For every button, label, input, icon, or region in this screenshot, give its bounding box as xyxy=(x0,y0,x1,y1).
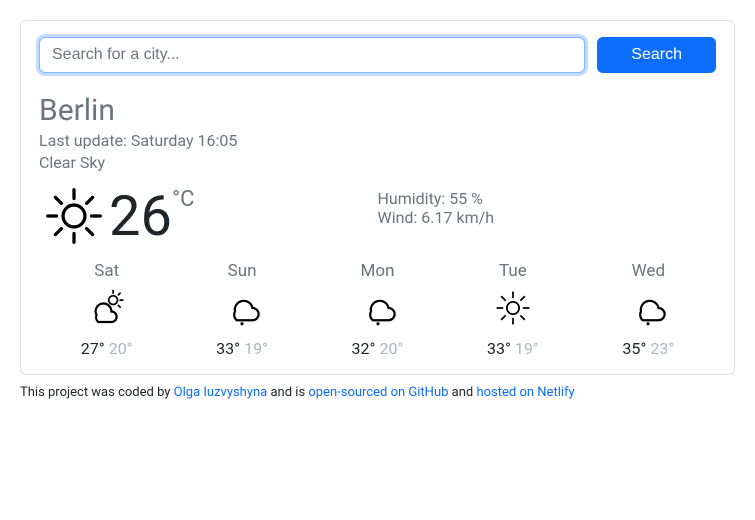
forecast: Sat27°20°Sun33°19°Mon32°20°Tue33°19°Wed3… xyxy=(39,261,716,358)
temperature: 26 xyxy=(109,188,172,244)
forecast-temps: 32°20° xyxy=(310,339,445,358)
forecast-hi: 35° xyxy=(622,339,646,358)
forecast-lo: 19° xyxy=(244,339,268,358)
forecast-hi: 33° xyxy=(487,339,511,358)
forecast-day: Tue 33°19° xyxy=(445,261,580,358)
sun-icon xyxy=(492,287,534,329)
forecast-day-label: Wed xyxy=(581,261,716,281)
github-link[interactable]: open-sourced on GitHub xyxy=(308,385,448,400)
forecast-day-label: Sat xyxy=(39,261,174,281)
partly-cloudy-icon xyxy=(86,287,128,329)
city-name: Berlin xyxy=(39,93,716,128)
forecast-lo: 20° xyxy=(380,339,404,358)
humidity-label: Humidity: xyxy=(378,189,446,208)
footer-prefix: This project was coded by xyxy=(20,385,174,400)
rain-icon xyxy=(357,287,399,329)
weather-description: Clear Sky xyxy=(39,152,716,174)
forecast-lo: 23° xyxy=(650,339,674,358)
wind-value: 6.17 km/h xyxy=(421,208,494,227)
current-left: 26 °C xyxy=(39,181,378,251)
forecast-day: Wed 35°23° xyxy=(581,261,716,358)
forecast-day: Sat 27°20° xyxy=(39,261,174,358)
forecast-day-label: Tue xyxy=(445,261,580,281)
last-update-value: Saturday 16:05 xyxy=(131,131,238,150)
forecast-temps: 27°20° xyxy=(39,339,174,358)
author-link[interactable]: Olga Iuzvyshyna xyxy=(174,385,268,400)
wind: Wind: 6.17 km/h xyxy=(378,208,717,227)
forecast-day-label: Sun xyxy=(174,261,309,281)
forecast-day: Mon 32°20° xyxy=(310,261,445,358)
forecast-temps: 33°19° xyxy=(174,339,309,358)
last-update: Last update: Saturday 16:05 xyxy=(39,130,716,152)
footer: This project was coded by Olga Iuzvyshyn… xyxy=(20,385,735,400)
forecast-temps: 33°19° xyxy=(445,339,580,358)
footer-mid2: and xyxy=(448,385,476,400)
forecast-temps: 35°23° xyxy=(581,339,716,358)
netlify-link[interactable]: hosted on Netlify xyxy=(476,385,574,400)
forecast-lo: 20° xyxy=(109,339,133,358)
humidity: Humidity: 55 % xyxy=(378,189,717,208)
footer-mid1: and is xyxy=(267,385,308,400)
rain-icon xyxy=(627,287,669,329)
forecast-day: Sun 33°19° xyxy=(174,261,309,358)
last-update-label: Last update: xyxy=(39,131,127,150)
forecast-hi: 33° xyxy=(216,339,240,358)
search-input[interactable] xyxy=(39,37,585,73)
current-row: 26 °C Humidity: 55 % Wind: 6.17 km/h xyxy=(39,181,716,251)
temperature-unit: °C xyxy=(172,187,195,212)
current-details: Humidity: 55 % Wind: 6.17 km/h xyxy=(378,181,717,251)
forecast-lo: 19° xyxy=(515,339,539,358)
rain-icon xyxy=(221,287,263,329)
forecast-hi: 27° xyxy=(81,339,105,358)
wind-label: Wind: xyxy=(378,208,418,227)
forecast-day-label: Mon xyxy=(310,261,445,281)
forecast-hi: 32° xyxy=(352,339,376,358)
weather-card: Search Berlin Last update: Saturday 16:0… xyxy=(20,20,735,375)
search-row: Search xyxy=(39,37,716,73)
humidity-value: 55 % xyxy=(449,189,483,208)
sun-icon xyxy=(39,181,109,251)
search-button[interactable]: Search xyxy=(597,37,716,73)
